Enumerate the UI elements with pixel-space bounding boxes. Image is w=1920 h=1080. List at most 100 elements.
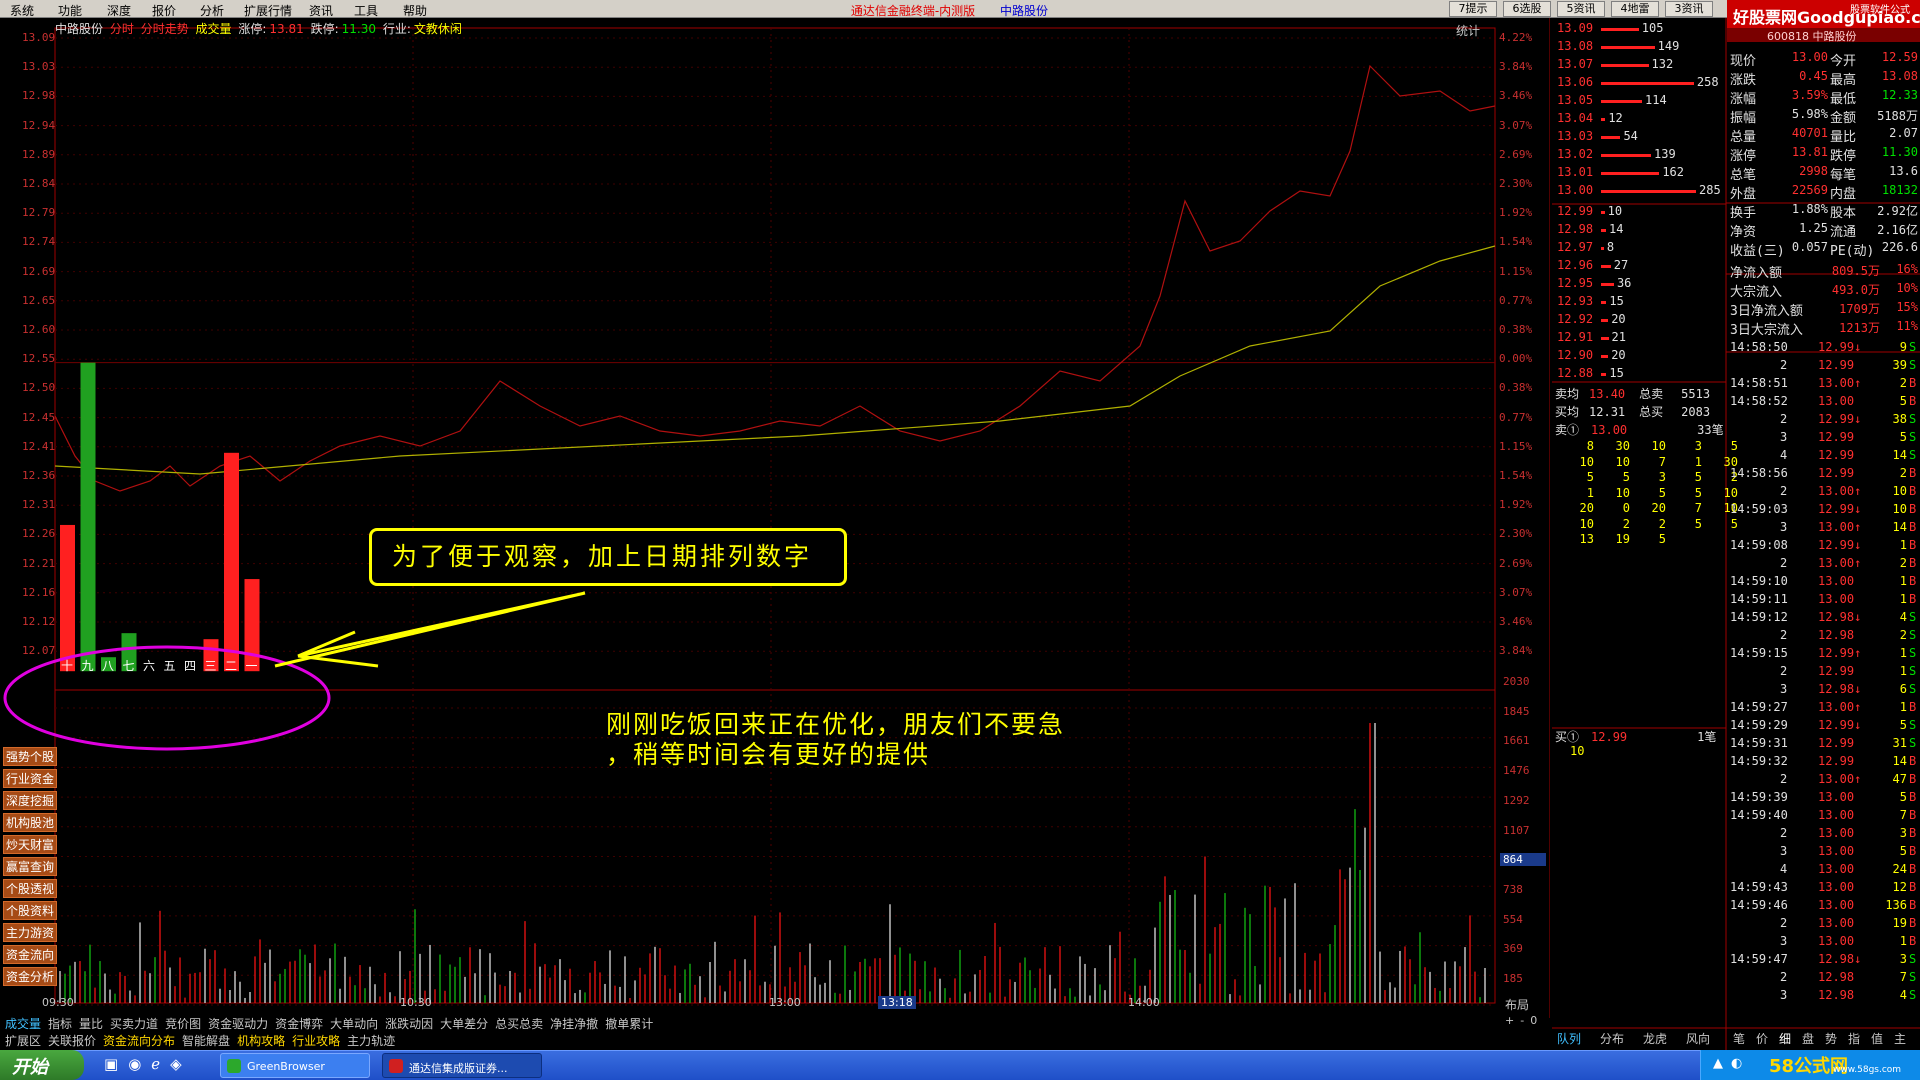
- sidebar-button[interactable]: 个股资料: [3, 901, 57, 920]
- menu-item[interactable]: 分析: [200, 2, 224, 19]
- indicator-tab[interactable]: 买卖力道: [110, 1015, 158, 1032]
- media-icon[interactable]: ◈: [170, 1055, 192, 1073]
- desktop-icon[interactable]: ▣: [104, 1055, 128, 1073]
- indicator-tab[interactable]: 资金驱动力: [208, 1015, 268, 1032]
- info-tag-fenshi[interactable]: 分时: [110, 22, 134, 36]
- price-tick: 12.89: [22, 147, 56, 161]
- buy-volume: 15: [1609, 294, 1624, 308]
- tick-volume: 1: [1899, 592, 1907, 606]
- sidebar-button[interactable]: 个股透视: [3, 879, 57, 898]
- tick-time: 14:59:27: [1730, 700, 1788, 714]
- queue-cell: 3: [1694, 439, 1702, 453]
- right-tab[interactable]: 队列: [1557, 1030, 1581, 1047]
- tick-price: 13.00↑: [1818, 556, 1862, 570]
- right-tab[interactable]: 风向: [1686, 1030, 1710, 1047]
- menu-item[interactable]: 扩展行情: [244, 2, 292, 19]
- menu-item[interactable]: 帮助: [403, 2, 427, 19]
- tick-time: 3: [1780, 988, 1788, 1002]
- browser-icon[interactable]: ◉: [128, 1055, 151, 1073]
- indicator-tab[interactable]: 成交量: [5, 1015, 41, 1032]
- pct-tick: 1.92%: [1499, 206, 1533, 220]
- right-tab-mini[interactable]: 价: [1756, 1030, 1768, 1047]
- sidebar-button[interactable]: 赢富查询: [3, 857, 57, 876]
- right-tab[interactable]: 龙虎: [1643, 1030, 1667, 1047]
- sell-volume: 258: [1696, 75, 1719, 89]
- queue-cell: 10: [1579, 454, 1594, 469]
- menu-item[interactable]: 资讯: [309, 2, 333, 19]
- extension-tab[interactable]: 行业攻略: [292, 1032, 340, 1049]
- indicator-tab[interactable]: 涨跌动因: [385, 1015, 433, 1032]
- tick-price: 13.00: [1818, 844, 1855, 858]
- layout-label[interactable]: 布局: [1505, 996, 1529, 1013]
- indicator-tab[interactable]: 净挂净撤: [550, 1015, 598, 1032]
- extension-tab[interactable]: 关联报价: [48, 1032, 96, 1049]
- extension-tab[interactable]: 主力轨迹: [347, 1032, 395, 1049]
- sidebar-button[interactable]: 深度挖掘: [3, 791, 57, 810]
- right-tab-mini[interactable]: 盘: [1802, 1030, 1814, 1047]
- tick-side: B: [1909, 574, 1917, 588]
- tick-side: B: [1909, 592, 1917, 606]
- menu-item[interactable]: 系统: [10, 2, 34, 19]
- right-tab-mini[interactable]: 笔: [1733, 1030, 1745, 1047]
- quote-value: 2.16亿: [1877, 223, 1918, 237]
- menu-item[interactable]: 工具: [354, 2, 378, 19]
- task-greenbrowser[interactable]: GreenBrowser: [220, 1053, 370, 1078]
- sell-price: 13.05: [1557, 93, 1594, 107]
- queue-cell: 5: [1658, 485, 1666, 500]
- ie-icon[interactable]: ℯ: [151, 1055, 170, 1073]
- indicator-tab[interactable]: 大单差分: [440, 1015, 488, 1032]
- queue-cell: 1: [1694, 454, 1702, 469]
- menu-item[interactable]: 功能: [58, 2, 82, 19]
- info-button[interactable]: 5资讯: [1557, 1, 1605, 17]
- info-stock-name: 中路股份: [55, 22, 104, 36]
- right-tab-mini[interactable]: 指: [1848, 1030, 1860, 1047]
- mine-button[interactable]: 4地雷: [1611, 1, 1659, 17]
- right-tab-mini[interactable]: 值: [1871, 1030, 1883, 1047]
- buy-price: 12.99: [1557, 204, 1594, 218]
- extension-tab[interactable]: 资金流向分布: [103, 1032, 175, 1049]
- right-tab[interactable]: 分布: [1600, 1030, 1624, 1047]
- sell-volume: 149: [1657, 39, 1680, 53]
- flow-value: 809.5万: [1831, 264, 1880, 278]
- indicator-tab[interactable]: 量比: [79, 1015, 103, 1032]
- volume-tick: 1107: [1503, 823, 1530, 837]
- pct-tick: 0.00%: [1499, 352, 1533, 366]
- sidebar-button[interactable]: 行业资金: [3, 769, 57, 788]
- day-bar-label: 九: [81, 659, 94, 673]
- right-tab-mini[interactable]: 主: [1894, 1030, 1906, 1047]
- indicator-tab[interactable]: 资金博弈: [275, 1015, 323, 1032]
- news-button[interactable]: 3资讯: [1665, 1, 1713, 17]
- start-button[interactable]: 开始: [0, 1050, 84, 1080]
- hint-button[interactable]: 7提示: [1449, 1, 1497, 17]
- sidebar-button[interactable]: 机构股池: [3, 813, 57, 832]
- indicator-tab[interactable]: 大单动向: [330, 1015, 378, 1032]
- menu-item[interactable]: 报价: [152, 2, 176, 19]
- sidebar-button[interactable]: 炒天财富: [3, 835, 57, 854]
- sidebar-button[interactable]: 资金流向: [3, 945, 57, 964]
- task-tdx[interactable]: 通达信集成版证券...: [382, 1053, 542, 1078]
- menu-item[interactable]: 深度: [107, 2, 131, 19]
- stats-button[interactable]: 统计: [1456, 22, 1480, 39]
- right-tab-mini[interactable]: 势: [1825, 1030, 1837, 1047]
- tick-time: 14:59:11: [1730, 592, 1788, 606]
- info-tag-fenshi-trend[interactable]: 分时走势: [141, 22, 189, 36]
- right-tab-mini[interactable]: 细: [1779, 1030, 1791, 1047]
- sidebar-button[interactable]: 资金分析: [3, 967, 57, 986]
- price-line: [54, 64, 1496, 492]
- indicator-tab[interactable]: 竞价图: [165, 1015, 201, 1032]
- time-tick: 14:00: [1128, 996, 1160, 1009]
- extension-tab[interactable]: 智能解盘: [182, 1032, 230, 1049]
- tick-volume: 9: [1899, 340, 1907, 354]
- extension-tab[interactable]: 机构攻略: [237, 1032, 285, 1049]
- indicator-tab[interactable]: 指标: [48, 1015, 72, 1032]
- info-tag-volume[interactable]: 成交量: [196, 22, 232, 36]
- sidebar-button[interactable]: 强势个股: [3, 747, 57, 766]
- extension-tab[interactable]: 扩展区: [5, 1032, 41, 1049]
- sell-level: 13.07: [1557, 57, 1593, 71]
- indicator-tab[interactable]: 总买总卖: [495, 1015, 543, 1032]
- stock-picker-button[interactable]: 6选股: [1503, 1, 1551, 17]
- indicator-tab[interactable]: 撤单累计: [605, 1015, 653, 1032]
- tray-icons[interactable]: ▲◐: [1713, 1056, 1750, 1071]
- buy-level: 12.99: [1557, 204, 1593, 218]
- sidebar-button[interactable]: 主力游资: [3, 923, 57, 942]
